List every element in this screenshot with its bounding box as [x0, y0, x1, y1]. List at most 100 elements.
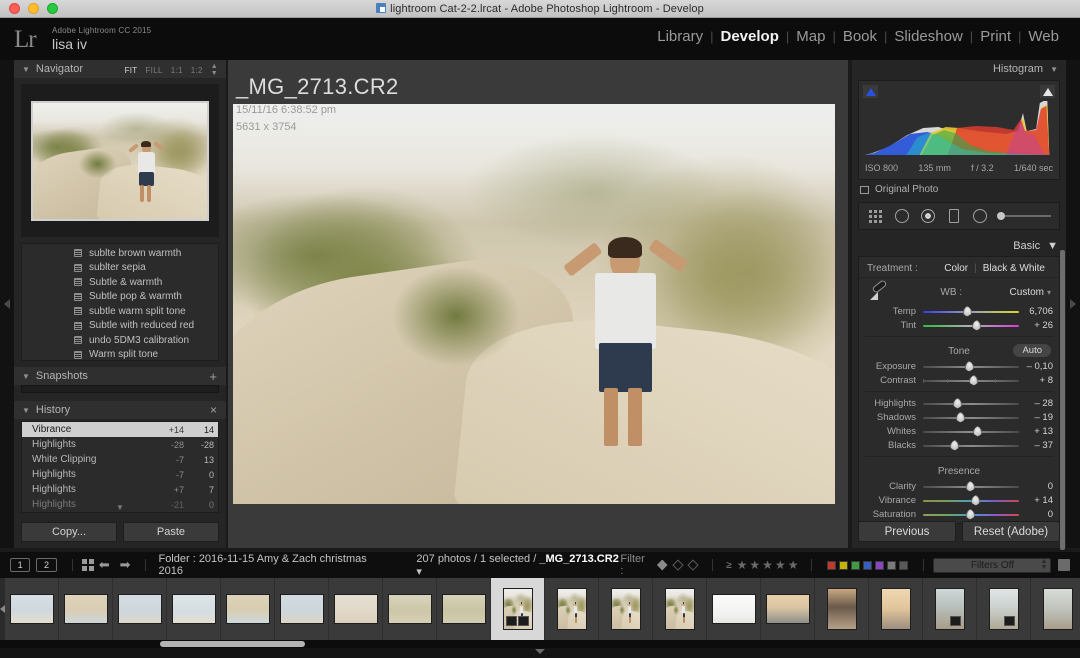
filmstrip-cell[interactable] — [653, 578, 707, 640]
radial-filter-icon[interactable] — [971, 208, 988, 225]
color-label-red[interactable] — [827, 560, 837, 570]
flag-picked-icon[interactable] — [656, 559, 668, 571]
chevron-down-icon[interactable]: ▼ — [1050, 65, 1058, 74]
nav-mode-1-1[interactable]: 1:1 — [171, 66, 183, 75]
treatment-bw-option[interactable]: Black & White — [977, 263, 1051, 274]
exposure-slider[interactable]: Exposure – 0,10 — [859, 359, 1059, 373]
filmstrip-cell[interactable] — [221, 578, 275, 640]
histogram-panel[interactable]: ISO 800 135 mm f / 3.2 1/640 sec — [858, 80, 1060, 180]
flag-rejected-icon[interactable] — [687, 559, 699, 571]
module-book[interactable]: Book — [836, 28, 884, 45]
add-snapshot-icon[interactable]: + — [209, 369, 217, 384]
paste-settings-button[interactable]: Paste — [123, 522, 219, 542]
history-header[interactable]: ▼ History × — [14, 401, 226, 419]
module-picker[interactable]: Library | Develop | Map | Book | Slidesh… — [650, 28, 1066, 45]
shadows-track[interactable] — [923, 411, 1019, 423]
flag-unflagged-icon[interactable] — [671, 559, 684, 571]
presets-list[interactable]: sublte brown warmth sublter sepia Subtle… — [21, 243, 219, 361]
white-balance-selector-icon[interactable] — [867, 279, 893, 303]
filter-stepper-icon[interactable]: ▲ ▼ — [1040, 558, 1047, 571]
color-label-none[interactable] — [887, 560, 897, 570]
module-library[interactable]: Library — [650, 28, 710, 45]
screen-1-button[interactable]: 1 — [10, 558, 31, 572]
navigator-thumbnail[interactable] — [31, 100, 209, 221]
nav-mode-fill[interactable]: FILL — [145, 66, 162, 75]
clear-history-icon[interactable]: × — [210, 403, 217, 417]
color-label-purple[interactable] — [875, 560, 885, 570]
filmstrip-cell[interactable] — [1031, 578, 1080, 640]
tint-track[interactable] — [923, 319, 1019, 331]
preset-item[interactable]: subtle warm split tone — [22, 304, 218, 319]
color-label-green[interactable] — [851, 560, 861, 570]
module-print[interactable]: Print — [973, 28, 1018, 45]
thumbnail-badges[interactable] — [1003, 616, 1015, 626]
star-icon[interactable]: ★ — [749, 558, 760, 572]
blacks-track[interactable] — [923, 439, 1019, 451]
history-row[interactable]: Highlights +7 7 — [22, 482, 218, 497]
right-panel-scrollbar[interactable] — [1060, 250, 1065, 550]
history-list[interactable]: Vibrance +14 14 Highlights -28 -28 White… — [21, 421, 219, 513]
star-icon[interactable]: ★ — [775, 558, 786, 572]
treatment-row[interactable]: Treatment : Color | Black & White — [859, 260, 1059, 278]
module-slideshow[interactable]: Slideshow — [887, 28, 969, 45]
filmstrip-cell[interactable] — [977, 578, 1031, 640]
copy-settings-button[interactable]: Copy... — [21, 522, 117, 542]
filmstrip-cell[interactable] — [599, 578, 653, 640]
history-row[interactable]: White Clipping -7 13 — [22, 452, 218, 467]
filmstrip-cell[interactable] — [815, 578, 869, 640]
filmstrip-scrollbar-thumb[interactable] — [160, 641, 305, 647]
shadows-slider[interactable]: Shadows – 19 — [859, 410, 1059, 424]
preset-item[interactable]: sublter sepia — [22, 261, 218, 276]
wb-stepper-icon[interactable]: ▾ — [1047, 288, 1051, 297]
filmstrip-cell[interactable] — [545, 578, 599, 640]
auto-tone-button[interactable]: Auto — [1012, 343, 1052, 358]
temp-track[interactable] — [923, 305, 1019, 317]
preset-item[interactable]: Warm split tone — [22, 348, 218, 360]
previous-button[interactable]: Previous — [858, 521, 956, 542]
reset-button[interactable]: Reset (Adobe) — [962, 521, 1060, 542]
filmstrip-track[interactable] — [5, 578, 1080, 640]
filmstrip-cell[interactable] — [329, 578, 383, 640]
folder-breadcrumb[interactable]: Folder : 2016-11-15 Amy & Zach christmas… — [158, 553, 386, 577]
saturation-track[interactable] — [923, 508, 1019, 520]
filmstrip-cell[interactable] — [113, 578, 167, 640]
filmstrip-cell[interactable] — [5, 578, 59, 640]
filmstrip[interactable] — [0, 578, 1080, 640]
photo-count-status[interactable]: 207 photos / 1 selected / _MG_2713.CR2 ▾ — [416, 553, 620, 578]
temp-slider[interactable]: Temp 6,706 — [859, 304, 1059, 318]
highlights-slider[interactable]: Highlights – 28 — [859, 396, 1059, 410]
navigator-header[interactable]: ▼ Navigator FIT FILL 1:1 1:2 ▲ ▼ — [14, 60, 226, 78]
exposure-track[interactable] — [923, 360, 1019, 372]
history-scroll-down-icon[interactable]: ▼ — [116, 503, 124, 512]
loupe-view[interactable] — [233, 104, 835, 504]
filmstrip-cell[interactable] — [275, 578, 329, 640]
nav-mode-1-2[interactable]: 1:2 — [191, 66, 203, 75]
whites-slider[interactable]: Whites + 13 — [859, 424, 1059, 438]
blacks-slider[interactable]: Blacks – 37 — [859, 438, 1059, 452]
white-balance-row[interactable]: WB : Custom ▾ — [859, 278, 1059, 304]
filmstrip-cell[interactable] — [59, 578, 113, 640]
clarity-track[interactable] — [923, 480, 1019, 492]
chevron-down-icon[interactable]: ▼ — [22, 406, 30, 415]
go-back-icon[interactable]: ⬅ — [99, 557, 110, 573]
chevron-down-icon[interactable]: ▼ — [22, 372, 30, 381]
highlights-track[interactable] — [923, 397, 1019, 409]
history-row[interactable]: Highlights -7 0 — [22, 467, 218, 482]
histogram-header[interactable]: Histogram ▼ — [852, 60, 1066, 78]
filmstrip-cell[interactable] — [383, 578, 437, 640]
preset-item[interactable]: Subtle pop & warmth — [22, 290, 218, 305]
tint-slider[interactable]: Tint + 26 — [859, 318, 1059, 332]
module-web[interactable]: Web — [1021, 28, 1066, 45]
highlight-clipping-indicator[interactable] — [1040, 85, 1055, 98]
chevron-down-icon[interactable]: ▼ — [22, 65, 30, 74]
chevron-down-icon[interactable]: ▼ — [1047, 240, 1058, 252]
filmstrip-cell[interactable] — [707, 578, 761, 640]
contrast-slider[interactable]: Contrast + 8 — [859, 373, 1059, 387]
left-panel-collapse-arrow[interactable] — [0, 60, 14, 548]
filmstrip-cell[interactable] — [923, 578, 977, 640]
star-icon[interactable]: ★ — [737, 558, 748, 572]
bottom-panel-toggle[interactable] — [0, 648, 1080, 658]
grid-view-icon[interactable] — [81, 559, 94, 571]
history-row[interactable]: Vibrance +14 14 — [22, 422, 218, 437]
nav-zoom-stepper-icon[interactable]: ▲ ▼ — [211, 63, 218, 77]
